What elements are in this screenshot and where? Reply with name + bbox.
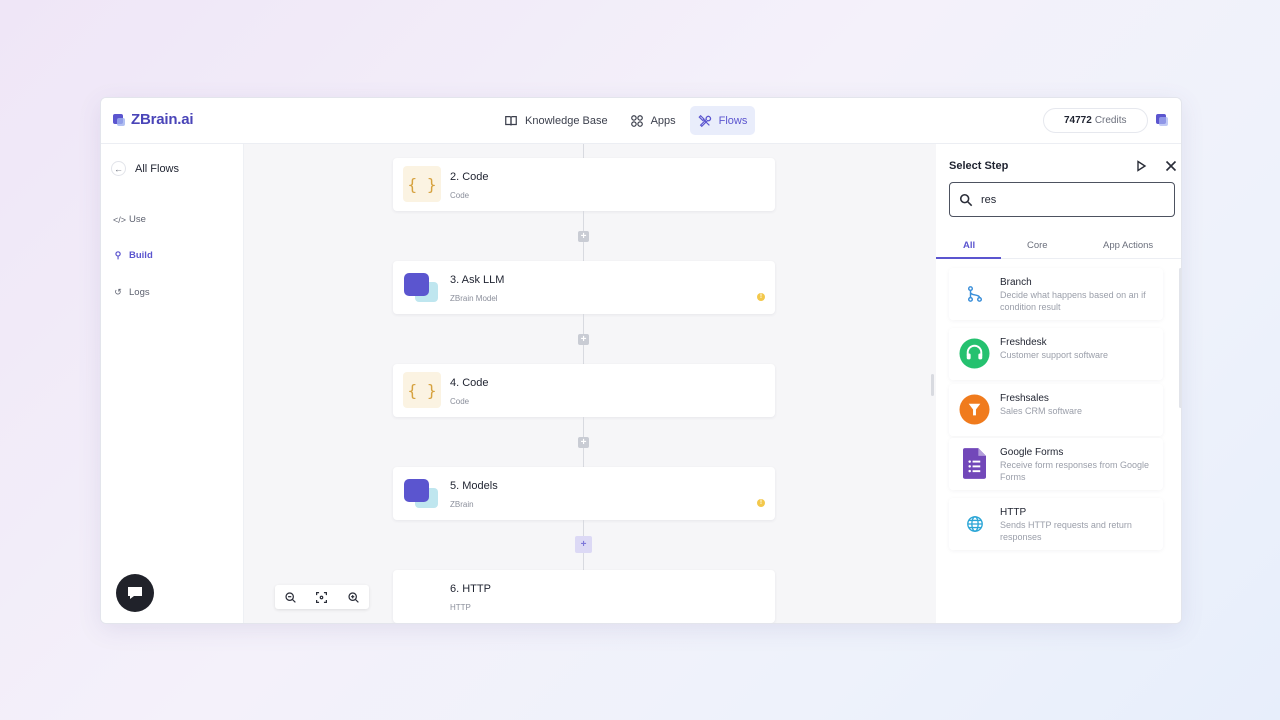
back-label: All Flows: [135, 162, 180, 175]
sidebar-item-logs[interactable]: ↺ Logs: [113, 287, 150, 298]
result-freshsales[interactable]: Freshsales Sales CRM software: [949, 384, 1163, 436]
flow-canvas[interactable]: { } 2. Code Code + 3. Ask LLM ZBrain Mod…: [244, 144, 936, 623]
main-nav: Knowledge Base Apps Flows: [496, 106, 756, 135]
nav-knowledge-base[interactable]: Knowledge Base: [496, 106, 616, 135]
result-description: Customer support software: [1000, 350, 1109, 360]
sidebar-item-label: Logs: [129, 287, 150, 298]
step-title: 2. Code: [450, 171, 489, 183]
app-window: ZBrain.ai Knowledge Base Apps Flows 7477…: [100, 97, 1182, 624]
nav-apps[interactable]: Apps: [622, 106, 684, 135]
top-header: ZBrain.ai Knowledge Base Apps Flows 7477…: [101, 98, 1181, 144]
back-to-all-flows[interactable]: ← All Flows: [111, 161, 179, 176]
add-step-button[interactable]: +: [578, 437, 589, 448]
result-name: Freshdesk: [1000, 337, 1047, 348]
zbrain-logo-icon: [113, 113, 125, 126]
tab-all[interactable]: All: [963, 240, 975, 251]
book-icon: [505, 115, 517, 125]
step-title: 6. HTTP: [450, 583, 491, 595]
step-category-tabs: All Core App Actions: [936, 236, 1181, 259]
tab-app-actions[interactable]: App Actions: [1103, 240, 1153, 251]
step-title: 5. Models: [450, 480, 498, 492]
step-subtitle: Code: [450, 397, 470, 406]
zoom-in-icon[interactable]: [347, 591, 360, 604]
result-description: Sends HTTP requests and return responses: [1000, 520, 1132, 542]
step-search-box: [949, 182, 1175, 217]
credits-label: Credits: [1094, 115, 1127, 126]
result-name: Freshsales: [1000, 393, 1049, 404]
zoom-out-icon[interactable]: [284, 591, 297, 604]
step-subtitle: HTTP: [450, 603, 471, 612]
results-scrollbar[interactable]: [1179, 268, 1181, 408]
step-title: 4. Code: [450, 377, 489, 389]
result-name: Google Forms: [1000, 447, 1064, 458]
result-branch[interactable]: Branch Decide what happens based on an i…: [949, 268, 1163, 320]
close-icon[interactable]: [1164, 159, 1178, 173]
sidebar-item-use[interactable]: </> Use: [113, 214, 146, 225]
arrow-left-icon: ←: [111, 161, 126, 176]
sidebar-item-label: Use: [129, 214, 146, 225]
result-freshdesk[interactable]: Freshdesk Customer support software: [949, 328, 1163, 380]
add-step-button[interactable]: +: [578, 334, 589, 345]
connector-line: [583, 144, 584, 158]
result-name: HTTP: [1000, 507, 1027, 518]
fit-view-icon[interactable]: [315, 591, 328, 604]
sidebar-item-label: Build: [129, 250, 153, 261]
chat-icon: [128, 587, 142, 599]
account-avatar-icon[interactable]: [1156, 114, 1168, 126]
logo-text: ZBrain.ai: [131, 111, 194, 128]
result-description: Receive form responses from Google Forms: [1000, 460, 1150, 482]
nav-flows[interactable]: Flows: [689, 106, 756, 135]
add-step-button[interactable]: +: [578, 231, 589, 242]
active-tab-indicator: [936, 257, 1001, 259]
step-card-http[interactable]: 6. HTTP HTTP: [393, 570, 775, 623]
step-title: 3. Ask LLM: [450, 274, 505, 286]
logo[interactable]: ZBrain.ai: [113, 111, 194, 128]
flow-sidebar: ← All Flows </> Use ⚲ Build ↺ Logs: [101, 144, 244, 623]
tools-icon: [698, 114, 711, 127]
zbrain-icon: [403, 269, 441, 305]
history-icon: ↺: [114, 287, 122, 297]
search-icon: [959, 193, 973, 206]
sidebar-item-build[interactable]: ⚲ Build: [113, 250, 153, 261]
result-description: Decide what happens based on an if condi…: [1000, 290, 1146, 312]
funnel-icon: [959, 394, 990, 425]
panel-title: Select Step: [949, 160, 1009, 172]
step-subtitle: Code: [450, 191, 470, 200]
result-name: Branch: [1000, 277, 1032, 288]
select-step-panel: Select Step All Core App Actions: [936, 144, 1181, 623]
zbrain-icon: [403, 475, 441, 511]
google-forms-icon: [959, 448, 990, 479]
credits-badge[interactable]: 74772 Credits: [1043, 108, 1148, 133]
step-subtitle: ZBrain Model: [450, 294, 498, 303]
branch-icon: [959, 278, 990, 309]
nav-label: Flows: [718, 114, 748, 127]
credits-value: 74772: [1064, 115, 1092, 126]
step-card-code[interactable]: { } 2. Code Code: [393, 158, 775, 211]
panel-resize-handle[interactable]: [931, 374, 934, 396]
step-card-models[interactable]: 5. Models ZBrain !: [393, 467, 775, 520]
tab-core[interactable]: Core: [1027, 240, 1048, 251]
step-subtitle: ZBrain: [450, 500, 474, 509]
step-card-ask-llm[interactable]: 3. Ask LLM ZBrain Model !: [393, 261, 775, 314]
add-step-button-active[interactable]: +: [575, 536, 592, 553]
search-input[interactable]: [981, 193, 1161, 206]
step-card-code[interactable]: { } 4. Code Code: [393, 364, 775, 417]
warning-icon: !: [757, 499, 765, 507]
nav-label: Knowledge Base: [525, 114, 608, 127]
warning-icon: !: [757, 293, 765, 301]
code-icon: </>: [113, 214, 127, 225]
apps-grid-icon: [630, 114, 643, 127]
zoom-controls: [275, 585, 369, 609]
result-http[interactable]: HTTP Sends HTTP requests and return resp…: [949, 498, 1163, 550]
globe-icon: [959, 508, 990, 539]
nav-label: Apps: [650, 114, 676, 127]
code-braces-icon: { }: [403, 372, 441, 408]
play-icon[interactable]: [1135, 160, 1147, 172]
build-icon: ⚲: [114, 250, 122, 260]
result-description: Sales CRM software: [1000, 406, 1083, 416]
code-braces-icon: { }: [403, 166, 441, 202]
chat-support-button[interactable]: [116, 574, 154, 612]
result-google-forms[interactable]: Google Forms Receive form responses from…: [949, 438, 1163, 490]
headset-icon: [959, 338, 990, 369]
